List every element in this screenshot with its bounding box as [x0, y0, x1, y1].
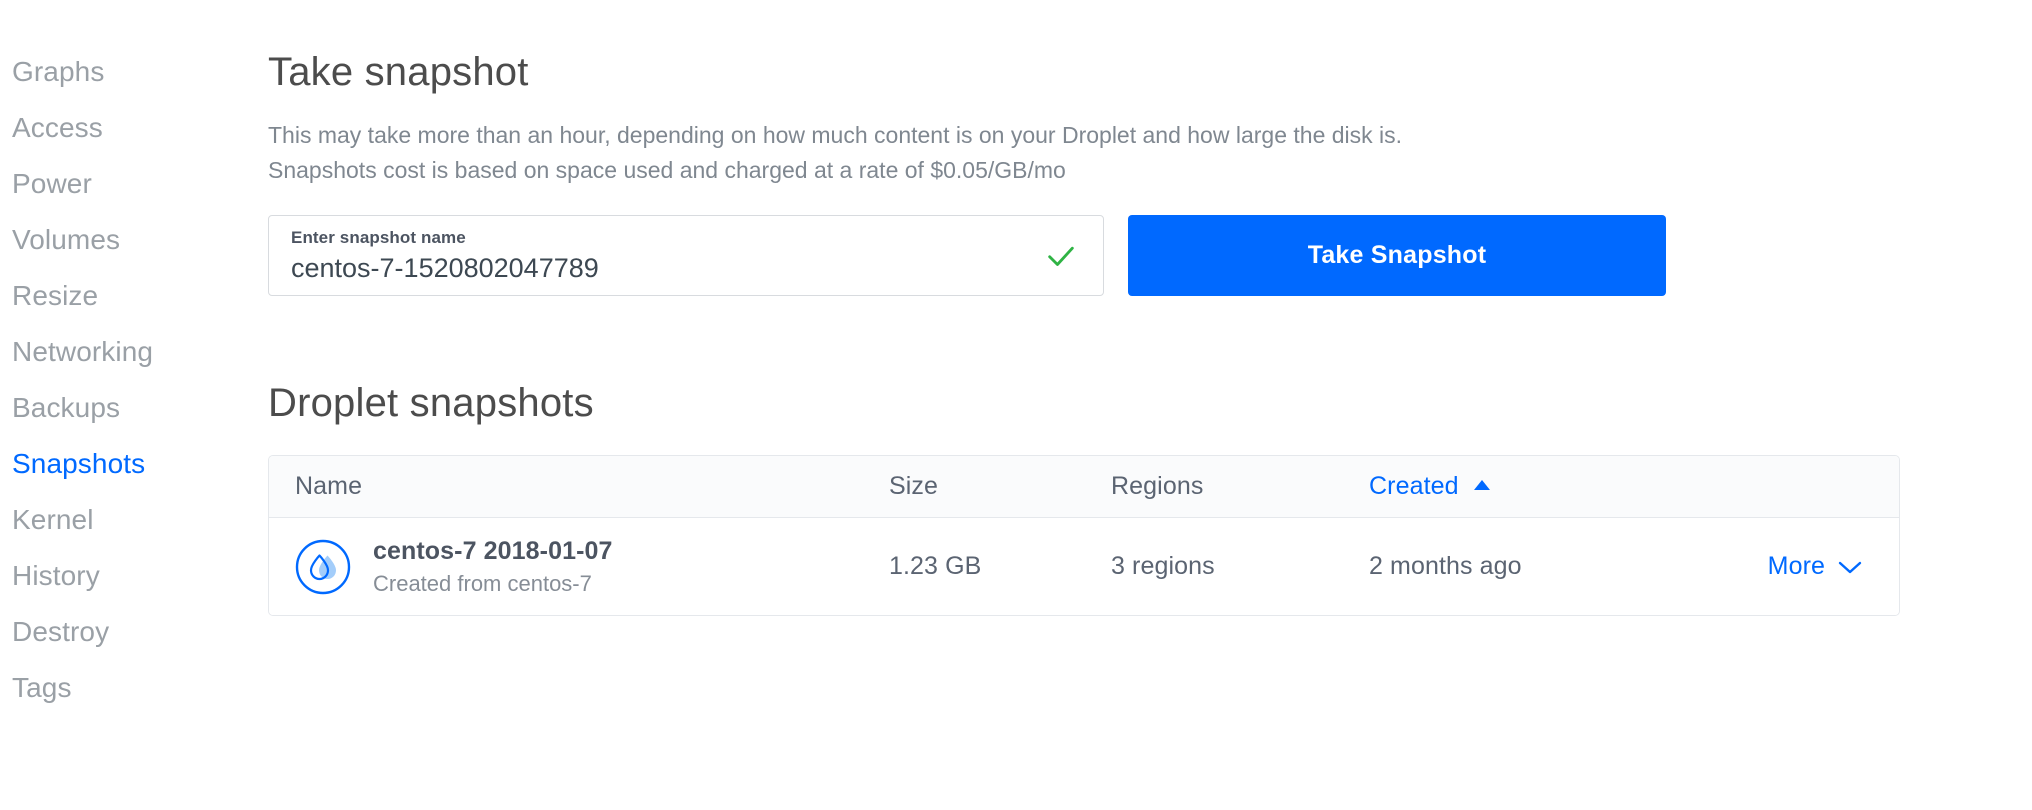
droplet-sidebar-nav: Graphs Access Power Volumes Resize Netwo…	[0, 0, 268, 810]
column-header-regions[interactable]: Regions	[1111, 472, 1203, 500]
sidebar-item-networking[interactable]: Networking	[0, 324, 268, 380]
sidebar-item-access[interactable]: Access	[0, 100, 268, 156]
snapshots-table: Name Size Regions Created centos-7 2018-…	[268, 455, 1900, 616]
sidebar-item-snapshots[interactable]: Snapshots	[0, 436, 268, 492]
sidebar-item-tags[interactable]: Tags	[0, 660, 268, 716]
snapshot-size-cell: 1.23 GB	[889, 552, 982, 580]
sidebar-item-volumes[interactable]: Volumes	[0, 212, 268, 268]
page-title: Take snapshot	[268, 50, 529, 94]
table-header-row: Name Size Regions Created	[269, 456, 1899, 518]
main-content: Take snapshot This may take more than an…	[268, 0, 2032, 810]
snapshot-regions-cell: 3 regions	[1111, 552, 1215, 580]
snapshot-name-input[interactable]	[291, 250, 991, 286]
snapshot-name-label: Enter snapshot name	[291, 228, 466, 247]
sort-ascending-icon[interactable]	[1472, 478, 1492, 496]
snapshots-page: Graphs Access Power Volumes Resize Netwo…	[0, 0, 2032, 810]
take-snapshot-form: Enter snapshot name Take Snapshot	[268, 215, 2032, 296]
snapshot-subtitle-text: Created from centos-7	[373, 570, 592, 596]
take-snapshot-description: This may take more than an hour, dependi…	[268, 118, 1548, 188]
sidebar-item-power[interactable]: Power	[0, 156, 268, 212]
snapshot-name-cell: centos-7 2018-01-07 Created from centos-…	[373, 535, 613, 599]
description-line-2: Snapshots cost is based on space used an…	[268, 157, 1066, 183]
more-menu-label: More	[1767, 552, 1825, 580]
take-snapshot-button[interactable]: Take Snapshot	[1128, 215, 1666, 296]
snapshot-name-text: centos-7 2018-01-07	[373, 536, 613, 565]
sidebar-item-destroy[interactable]: Destroy	[0, 604, 268, 660]
column-header-size[interactable]: Size	[889, 472, 938, 500]
column-header-name[interactable]: Name	[295, 472, 362, 501]
droplet-snapshots-title: Droplet snapshots	[268, 381, 594, 425]
table-row[interactable]: centos-7 2018-01-07 Created from centos-…	[269, 518, 1899, 615]
column-header-created[interactable]: Created	[1369, 472, 1459, 500]
snapshot-name-field-wrapper[interactable]: Enter snapshot name	[268, 215, 1104, 296]
sidebar-item-history[interactable]: History	[0, 548, 268, 604]
chevron-down-icon	[1838, 561, 1862, 573]
description-line-1: This may take more than an hour, dependi…	[268, 122, 1403, 148]
sidebar-item-graphs[interactable]: Graphs	[0, 44, 268, 100]
more-menu-button[interactable]: More	[1768, 552, 1863, 581]
sidebar-item-backups[interactable]: Backups	[0, 380, 268, 436]
snapshot-created-cell: 2 months ago	[1369, 552, 1522, 580]
check-icon	[1048, 246, 1074, 266]
sidebar-item-kernel[interactable]: Kernel	[0, 492, 268, 548]
droplet-icon	[295, 539, 351, 595]
sidebar-item-resize[interactable]: Resize	[0, 268, 268, 324]
